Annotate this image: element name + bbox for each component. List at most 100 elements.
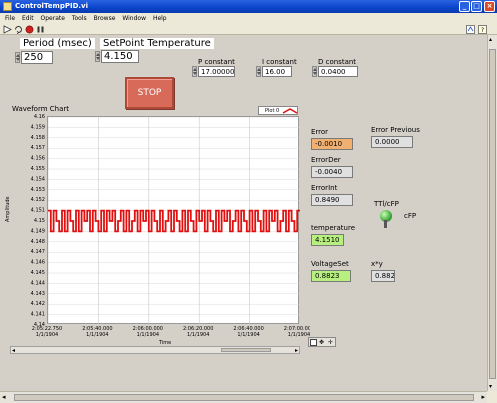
y-tick-label: 4.152 <box>31 197 45 203</box>
scroll-left-icon[interactable]: ◂ <box>2 393 6 401</box>
x-tick-date-label: 1/1/1904 <box>288 332 310 338</box>
chart-scroll-left-icon[interactable]: ◂ <box>12 347 15 354</box>
y-tick-label: 4.141 <box>31 312 45 318</box>
xy-label: x*y <box>371 260 383 268</box>
y-tick-label: 4.144 <box>31 280 45 286</box>
help-icon[interactable]: ? <box>478 25 487 34</box>
y-tick-label: 4.159 <box>31 124 45 130</box>
p-constant-label: P constant <box>198 58 235 66</box>
period-input[interactable]: 250 <box>21 51 53 64</box>
error-label: Error <box>311 128 329 136</box>
y-tick-label: 4.15 <box>34 218 45 224</box>
cursor-tool-icon[interactable]: ✛ <box>328 339 335 346</box>
run-arrow-icon[interactable] <box>3 25 12 34</box>
i-constant-input[interactable]: 16.00 <box>262 66 292 77</box>
y-tick-label: 4.147 <box>31 249 45 255</box>
zoom-tool-icon[interactable] <box>310 339 317 346</box>
plot-legend[interactable]: Plot 0 <box>258 106 298 115</box>
graph-palette: ✥ ✛ <box>308 337 336 347</box>
errorint-indicator: 0.8490 <box>311 194 353 206</box>
y-tick-label: 4.149 <box>31 228 45 234</box>
maximize-button[interactable]: □ <box>471 1 482 12</box>
y-axis-label: Amplitude <box>5 196 11 222</box>
y-tick-label: 4.151 <box>31 208 45 214</box>
y-tick-label: 4.158 <box>31 135 45 141</box>
menu-help[interactable]: Help <box>153 15 167 22</box>
ttl-cfp-label: TTl/cFP <box>374 200 399 208</box>
plot-legend-swatch <box>282 108 298 114</box>
y-tick-label: 4.154 <box>31 176 45 182</box>
d-constant-stepper[interactable] <box>312 66 317 77</box>
pause-icon[interactable] <box>36 25 45 34</box>
menu-tools[interactable]: Tools <box>72 15 87 22</box>
y-axis: 4.16 4.159 4.158 4.157 4.156 4.155 4.154 4.153 4… <box>31 114 45 328</box>
scroll-up-icon[interactable]: ▴ <box>489 36 492 43</box>
period-label: Period (msec) <box>20 38 95 49</box>
temperature-label: temperature <box>311 224 355 232</box>
plot-legend-label: Plot 0 <box>265 108 280 114</box>
horizontal-scrollbar[interactable]: ◂ ▸ <box>0 391 487 403</box>
y-tick-label: 4.157 <box>31 145 45 151</box>
pan-hand-icon[interactable]: ✥ <box>319 339 326 346</box>
period-stepper[interactable] <box>15 52 20 63</box>
temperature-indicator: 4.1510 <box>311 234 344 246</box>
ttl-cfp-switch-stem <box>384 220 387 228</box>
errorder-label: ErrorDer <box>311 156 341 164</box>
error-indicator: -0.0010 <box>311 138 353 150</box>
scroll-right-icon[interactable]: ▸ <box>481 393 485 401</box>
y-tick-label: 4.143 <box>31 291 45 297</box>
d-constant-label: D constant <box>318 58 357 66</box>
chart-horizontal-scrollbar[interactable]: ◂ ▸ <box>10 346 300 354</box>
menu-bar: File Edit Operate Tools Browse Window He… <box>0 13 497 24</box>
d-constant-input[interactable]: 0.0400 <box>318 66 358 77</box>
vertical-scroll-thumb[interactable] <box>489 49 496 379</box>
minimize-button[interactable]: _ <box>459 1 470 12</box>
i-constant-label: I constant <box>262 58 297 66</box>
plot-canvas <box>48 117 300 325</box>
menu-file[interactable]: File <box>5 15 15 22</box>
chart-scroll-thumb[interactable] <box>221 348 271 352</box>
stop-button[interactable]: STOP <box>125 77 174 109</box>
close-button[interactable]: × <box>484 1 495 12</box>
setpoint-label: SetPoint Temperature <box>100 38 214 49</box>
y-tick-label: 4.155 <box>31 166 45 172</box>
horizontal-scroll-thumb[interactable] <box>14 394 474 401</box>
error-previous-label: Error Previous <box>371 126 420 134</box>
toolbar: ? <box>0 24 497 35</box>
p-constant-input[interactable]: 17.00000 <box>198 66 235 77</box>
setpoint-input[interactable]: 4.150 <box>101 50 139 63</box>
abort-icon[interactable] <box>25 25 34 34</box>
setpoint-stepper[interactable] <box>95 51 100 62</box>
title-bar: ControlTempPID.vi _ □ × <box>0 0 497 13</box>
voltageset-label: VoltageSet <box>311 260 349 268</box>
y-tick-label: 4.148 <box>31 239 45 245</box>
x-tick-date-label: 1/1/1904 <box>187 332 209 338</box>
x-tick-date-label: 1/1/1904 <box>86 332 108 338</box>
menu-edit[interactable]: Edit <box>22 15 34 22</box>
error-previous-indicator: 0.0000 <box>371 136 413 148</box>
vi-file-icon <box>3 2 12 11</box>
y-tick-label: 4.145 <box>31 270 45 276</box>
svg-text:?: ? <box>481 27 484 34</box>
menu-browse[interactable]: Browse <box>94 15 116 22</box>
vi-icon[interactable] <box>466 25 475 34</box>
menu-operate[interactable]: Operate <box>41 15 65 22</box>
chart-scroll-right-icon[interactable]: ▸ <box>295 347 298 354</box>
vertical-scrollbar[interactable]: ▴ ▾ <box>487 35 497 391</box>
y-tick-label: 4.142 <box>31 301 45 307</box>
cfp-label: cFP <box>404 212 417 220</box>
errorder-indicator: -0.0040 <box>311 166 353 178</box>
plot-area[interactable] <box>47 116 300 325</box>
y-tick-label: 4.16 <box>34 114 45 120</box>
scroll-down-icon[interactable]: ▾ <box>489 383 492 390</box>
run-continuous-icon[interactable] <box>14 25 23 34</box>
x-tick-date-label: 1/1/1904 <box>137 332 159 338</box>
i-constant-stepper[interactable] <box>256 66 261 77</box>
y-tick-label: 4.153 <box>31 187 45 193</box>
y-tick-label: 4.156 <box>31 156 45 162</box>
window-title: ControlTempPID.vi <box>15 2 89 10</box>
x-tick-date-label: 1/1/1904 <box>36 332 58 338</box>
errorint-label: ErrorInt <box>311 184 338 192</box>
menu-window[interactable]: Window <box>122 15 146 22</box>
p-constant-stepper[interactable] <box>192 66 197 77</box>
